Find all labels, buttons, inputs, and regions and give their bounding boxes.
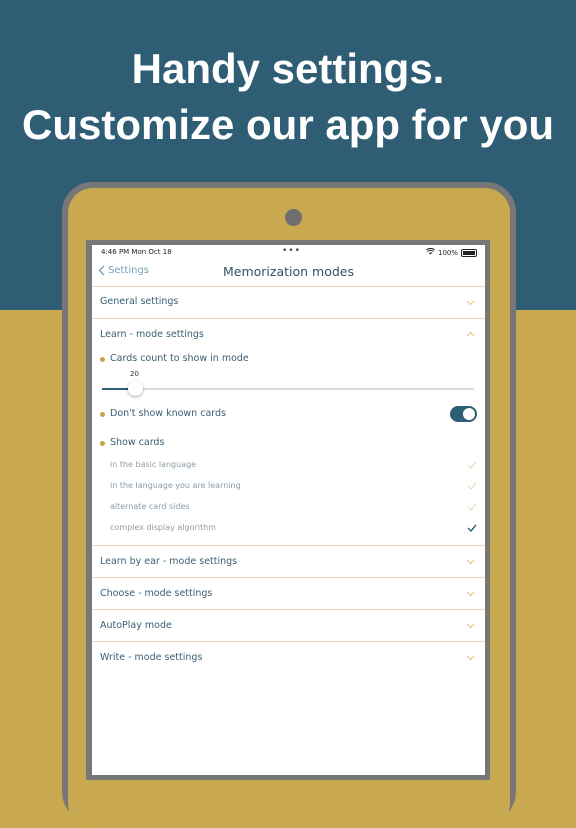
status-time: 4:46 PM Mon Oct 18: [101, 248, 172, 256]
checkmark-icon: [467, 503, 477, 511]
option-label: alternate card sides: [110, 502, 190, 511]
section-title: Learn by ear - mode settings: [100, 556, 238, 567]
section-learn-by-ear[interactable]: Learn by ear - mode settings: [92, 545, 485, 578]
battery-percent: 100%: [437, 248, 458, 257]
section-title: General settings: [100, 296, 179, 307]
section-choose[interactable]: Choose - mode settings: [92, 577, 485, 610]
headline-line-1: Handy settings.: [131, 45, 445, 92]
dont-show-known-toggle[interactable]: [450, 406, 477, 422]
bullet-icon: [100, 441, 105, 446]
battery-icon: [461, 248, 477, 257]
section-title: Choose - mode settings: [100, 588, 213, 599]
toggle-knob: [463, 408, 475, 420]
cards-count-slider-track[interactable]: [102, 388, 474, 390]
checkmark-icon: [467, 524, 477, 532]
option-label: in the language you are learning: [110, 481, 241, 490]
wifi-icon: [425, 247, 435, 257]
option-label: in the basic language: [110, 460, 197, 469]
section-learn-mode-settings: Learn - mode settings Cards count to sho…: [92, 318, 485, 546]
multitasking-dots[interactable]: •••: [282, 246, 301, 256]
navigation-bar: Settings Memorization modes: [92, 261, 485, 287]
cards-count-label: Cards count to show in mode: [110, 353, 249, 364]
dont-show-known-label: Don't show known cards: [110, 408, 226, 419]
cards-count-slider-thumb[interactable]: [128, 381, 143, 396]
slider-value: 20: [130, 370, 139, 378]
status-bar: 4:46 PM Mon Oct 18 ••• 100%: [92, 245, 485, 259]
page-title: Memorization modes: [222, 264, 354, 279]
camera-icon: [285, 209, 302, 226]
chevron-down-icon: [466, 655, 475, 661]
chevron-down-icon: [466, 559, 475, 565]
show-cards-label: Show cards: [110, 437, 165, 448]
chevron-down-icon: [466, 591, 475, 597]
bullet-icon: [100, 412, 105, 417]
headline-line-2: Customize our app for you: [21, 101, 554, 148]
checkmark-icon: [467, 461, 477, 469]
status-right: 100%: [425, 247, 477, 257]
section-general-settings[interactable]: General settings: [92, 286, 485, 319]
section-autoplay[interactable]: AutoPlay mode: [92, 609, 485, 642]
chevron-up-icon[interactable]: [466, 330, 475, 339]
option-label: complex display algorithm: [110, 523, 217, 532]
checkmark-icon: [467, 482, 477, 490]
section-title[interactable]: Learn - mode settings: [100, 329, 204, 340]
app-screen: 4:46 PM Mon Oct 18 ••• 100% Settings Mem…: [92, 245, 485, 775]
chevron-down-icon: [466, 623, 475, 629]
chevron-down-icon: [466, 300, 475, 306]
section-title: AutoPlay mode: [100, 620, 172, 631]
section-write[interactable]: Write - mode settings: [92, 641, 485, 674]
bullet-icon: [100, 357, 105, 362]
section-title: Write - mode settings: [100, 652, 203, 663]
